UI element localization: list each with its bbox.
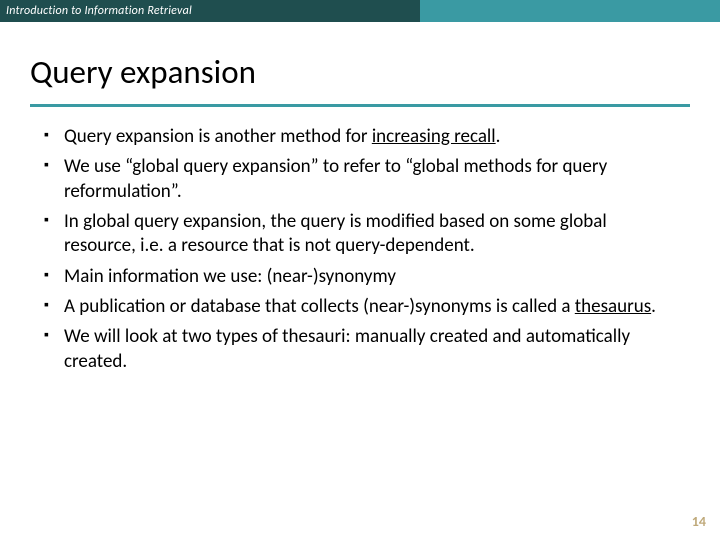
bullet-text-pre: Main information we use: (near-)synonymy (64, 265, 396, 288)
bullet-text-post: . (496, 125, 501, 148)
list-item: Query expansion is another method for in… (64, 125, 680, 149)
course-title: Introduction to Information Retrieval (0, 0, 420, 22)
slide-body: Query expansion is another method for in… (0, 107, 720, 374)
list-item: We use “global query expansion” to refer… (64, 155, 680, 204)
bullet-text-highlight: thesaurus (575, 295, 651, 318)
page-number: 14 (692, 513, 706, 530)
bullet-text-highlight: increasing recall (372, 125, 496, 148)
bullet-text-pre: Query expansion is another method for (64, 125, 372, 148)
list-item: In global query expansion, the query is … (64, 210, 680, 259)
bullet-list: Query expansion is another method for in… (64, 125, 680, 374)
header-accent (420, 0, 720, 22)
bullet-text-pre: We will look at two types of thesauri: m… (64, 325, 630, 372)
bullet-text-pre: We use “global query expansion” to refer… (64, 155, 607, 202)
list-item: A publication or database that collects … (64, 295, 680, 319)
bullet-text-pre: A publication or database that collects … (64, 295, 575, 318)
bullet-text-pre: In global query expansion, the query is … (64, 210, 607, 257)
bullet-text-post: . (651, 295, 656, 318)
page-title: Query expansion (30, 52, 690, 92)
list-item: Main information we use: (near-)synonymy (64, 265, 680, 289)
slide: Introduction to Information Retrieval Qu… (0, 0, 720, 540)
title-wrap: Query expansion (0, 22, 720, 98)
list-item: We will look at two types of thesauri: m… (64, 325, 680, 374)
header-bar: Introduction to Information Retrieval (0, 0, 720, 22)
